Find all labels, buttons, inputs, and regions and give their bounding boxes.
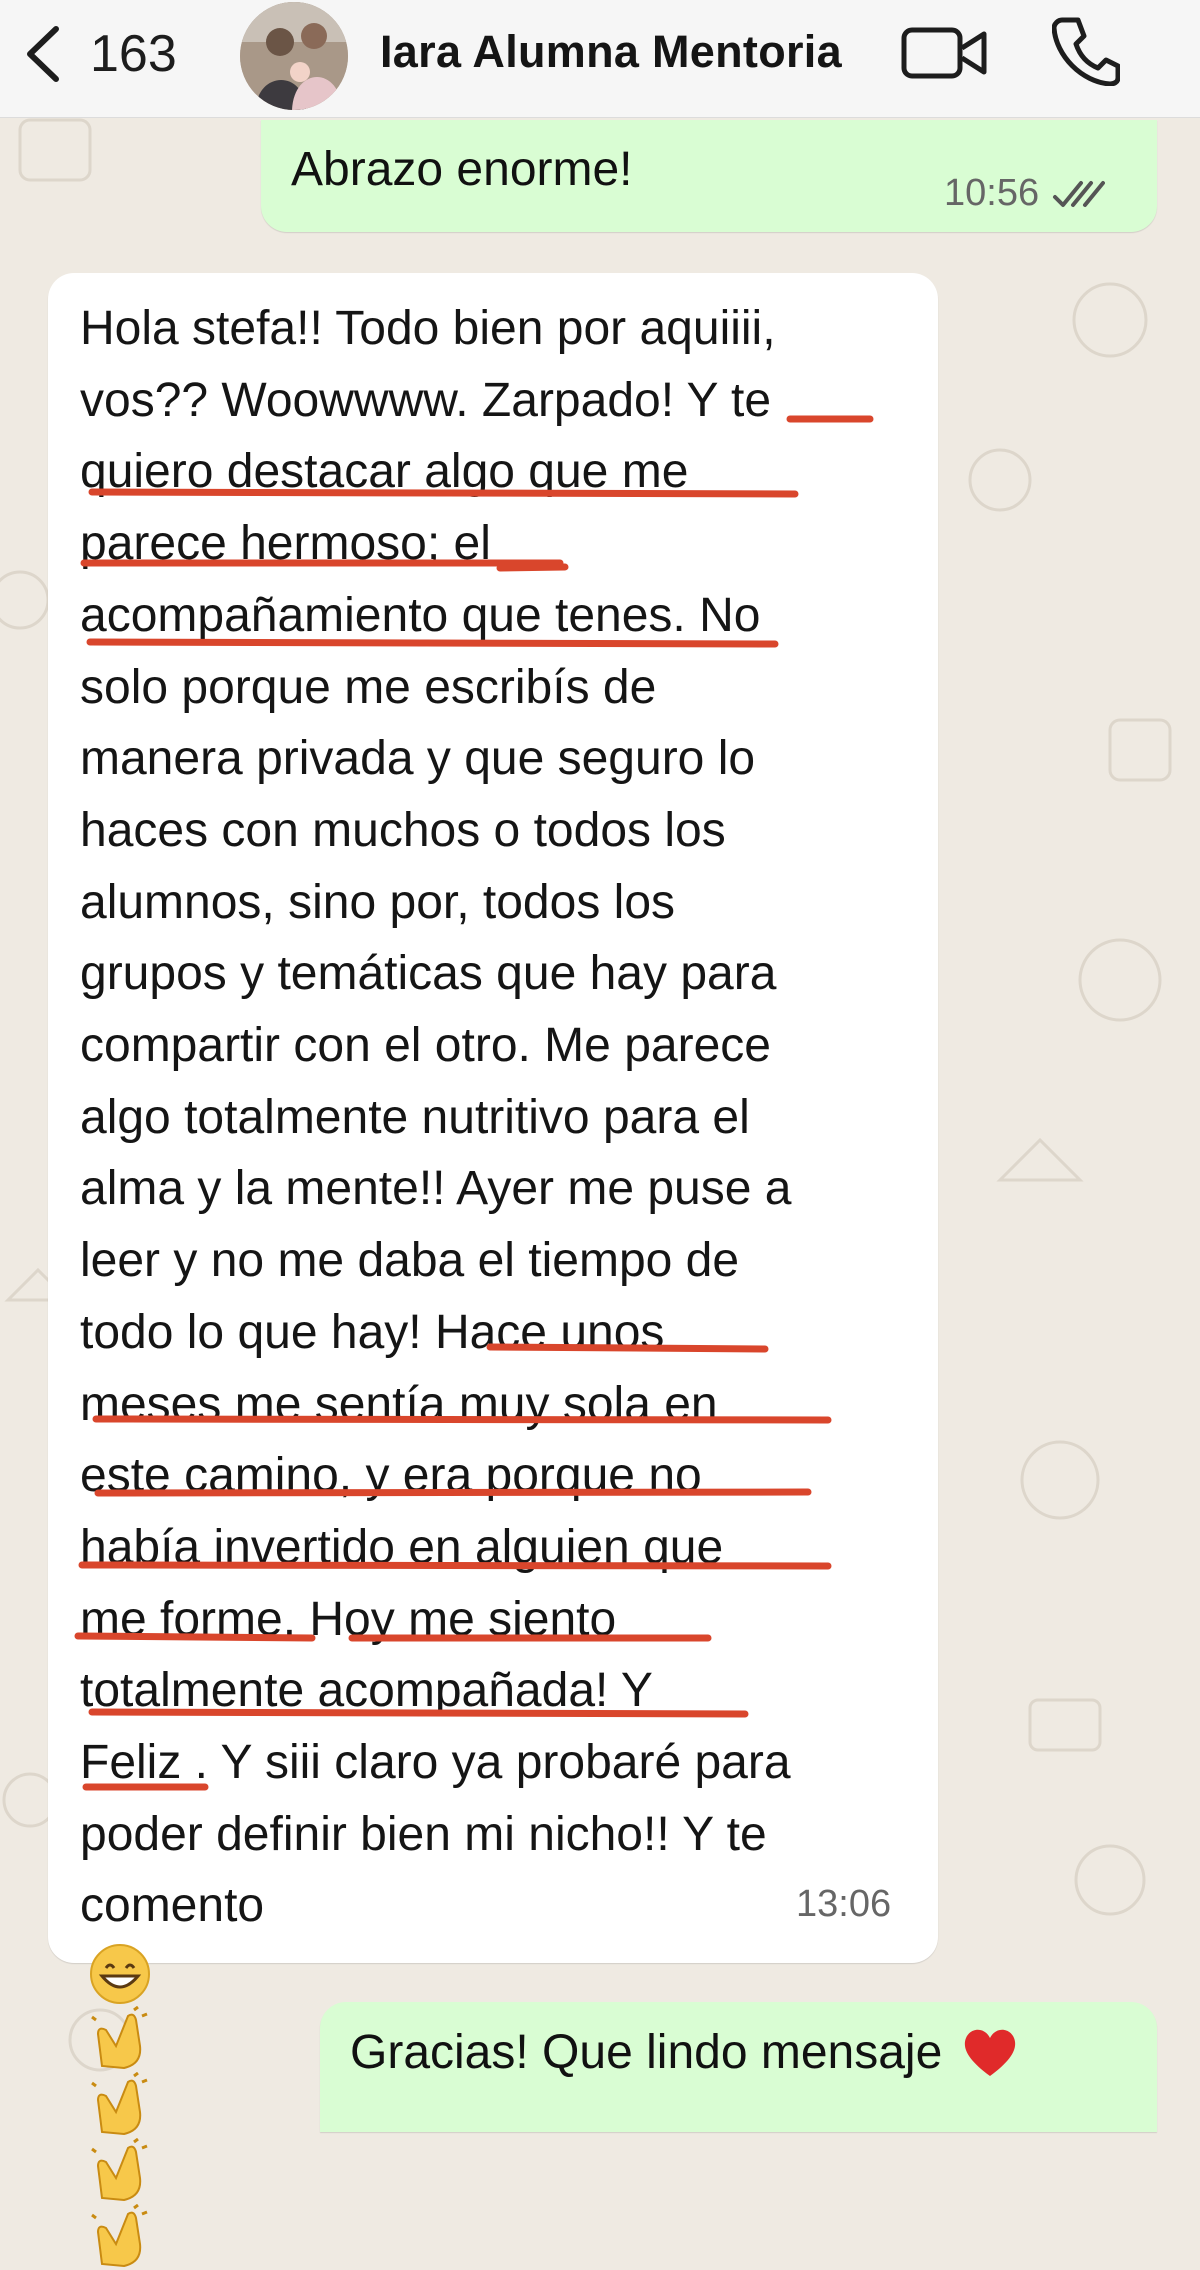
message-line: quiero destacar algo que me	[80, 445, 689, 499]
message-line: haces con muchos o todos los	[80, 803, 726, 857]
red-heart-icon	[960, 2024, 1020, 2080]
message-meta: 13:06	[796, 1883, 891, 1926]
message-line: poder definir bien mi nicho!! Y te	[80, 1807, 767, 1861]
message-line: algo totalmente nutritivo para el	[80, 1090, 750, 1144]
message-line: grupos y temáticas que hay para	[80, 947, 777, 1001]
message-line: me forme. Hoy me siento	[80, 1592, 617, 1646]
message-bubble-outgoing[interactable]: Gracias! Que lindo mensaje	[320, 2002, 1157, 2132]
avatar[interactable]	[240, 2, 348, 110]
video-call-button[interactable]	[900, 18, 990, 88]
message-time: 13:06	[796, 1883, 892, 1925]
message-text: Hola stefa!! Todo bien por aquiiii, vos?…	[80, 293, 920, 2270]
message-line: totalmente acompañada! Y	[80, 1664, 653, 1718]
message-line: alumnos, sino por, todos los	[80, 875, 676, 929]
message-line: solo porque me escribís de	[80, 660, 657, 714]
chat-header: 163 Iara Alumna Mentoria	[0, 0, 1200, 118]
message-line: alma y la mente!! Ayer me puse a	[80, 1162, 792, 1216]
message-line: todo lo que hay! Hace unos	[80, 1305, 665, 1359]
contact-name[interactable]: Iara Alumna Mentoria	[380, 26, 842, 78]
message-bubble-incoming[interactable]: Hola stefa!! Todo bien por aquiiii, vos?…	[48, 273, 938, 2268]
chevron-left-icon	[27, 26, 59, 82]
message-text: Abrazo enorme!	[291, 143, 633, 196]
message-meta: 10:56	[944, 172, 1106, 215]
message-text: Gracias! Que lindo mensaje	[350, 2024, 1020, 2080]
message-time: 10:56	[944, 172, 1040, 214]
phone-icon	[1051, 17, 1121, 87]
clapping-hands-icon	[88, 2138, 920, 2204]
clapping-hands-icon	[88, 2204, 920, 2270]
unread-count: 163	[90, 25, 177, 83]
message-line: este camino, y era porque no	[80, 1449, 702, 1503]
message-line: acompañamiento que tenes. No	[80, 588, 761, 642]
message-line: compartir con el otro. Me parece	[80, 1019, 771, 1073]
message-text-content: Gracias! Que lindo mensaje	[350, 2025, 943, 2079]
back-button[interactable]: 163	[18, 14, 198, 94]
message-line: vos?? Woowwww. Zarpado! Y te	[80, 373, 772, 427]
message-line: Hola stefa!! Todo bien por aquiiii,	[80, 302, 776, 355]
message-line: parece hermoso; el	[80, 517, 491, 571]
message-bubble-outgoing[interactable]: Abrazo enorme! 10:56	[261, 120, 1157, 232]
voice-call-button[interactable]	[1051, 14, 1121, 87]
message-line: había invertido en alguien que	[80, 1520, 724, 1574]
message-line: Feliz . Y siii claro ya probaré para	[80, 1736, 791, 1790]
message-line: leer y no me daba el tiempo de	[80, 1234, 740, 1288]
double-check-icon	[1051, 177, 1106, 211]
grinning-face-icon	[88, 1942, 920, 2006]
message-line: comento	[80, 1879, 265, 1933]
message-line: meses me sentía muy sola en	[80, 1377, 718, 1431]
message-line: manera privada y que seguro lo	[80, 732, 756, 786]
video-camera-icon	[901, 27, 987, 79]
